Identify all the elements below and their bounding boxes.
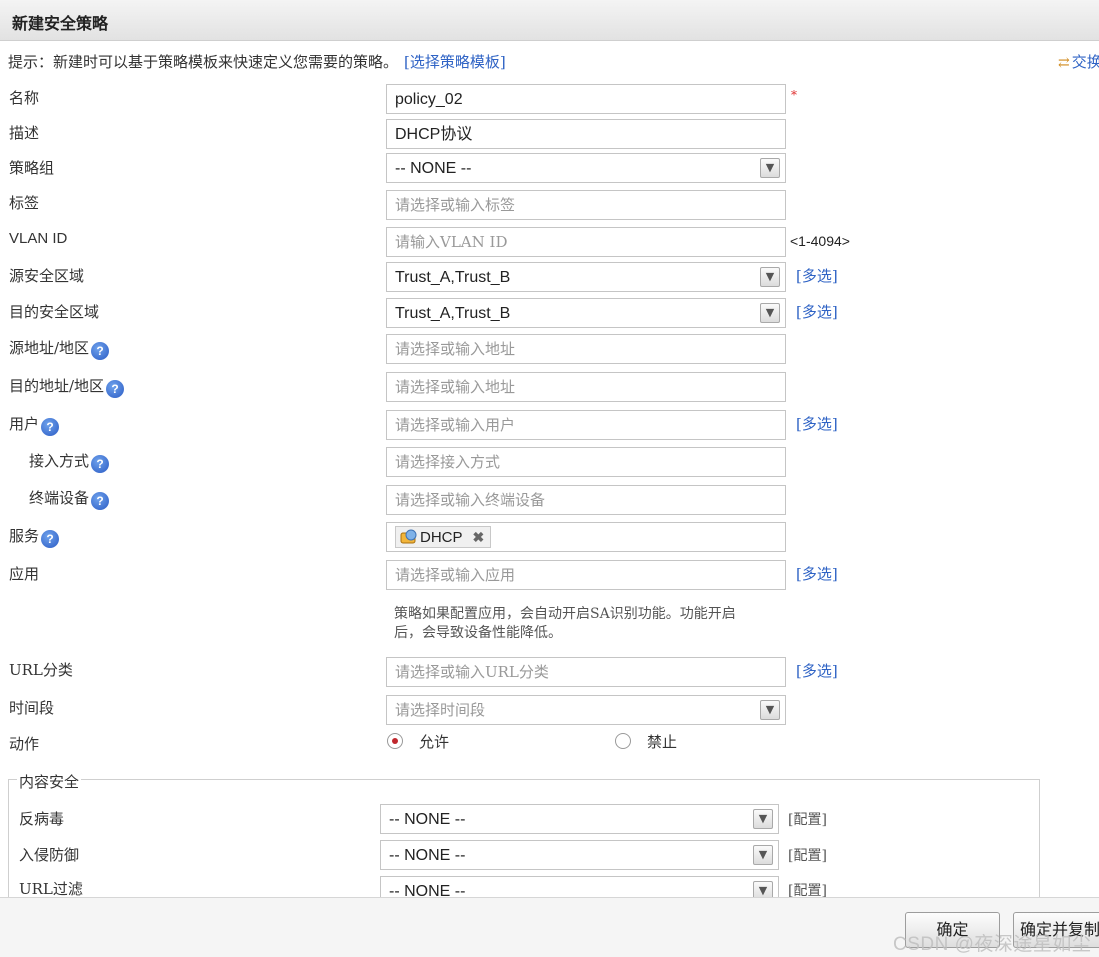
tag-label: 标签 bbox=[9, 194, 40, 212]
select-template-link[interactable]: [选择策略模板] bbox=[404, 53, 506, 71]
hint-row: 提示：新建时可以基于策略模板来快速定义您需要的策略。 [选择策略模板] bbox=[8, 51, 506, 72]
content-security-legend: 内容安全 bbox=[17, 771, 82, 792]
application-note: 策略如果配置应用，会自动开启SA识别功能。功能开启 后，会导致设备性能降低。 bbox=[394, 606, 736, 641]
remove-tag-icon[interactable]: ✖ bbox=[473, 529, 485, 545]
application-input[interactable]: 请选择或输入应用 bbox=[386, 560, 786, 590]
name-label: 名称 bbox=[9, 89, 40, 107]
access-mode-input[interactable]: 请选择接入方式 bbox=[386, 447, 786, 477]
src-zone-multi-link[interactable]: [多选] bbox=[796, 265, 838, 286]
swap-link[interactable]: ⇄ 交换 bbox=[1058, 51, 1099, 72]
swap-icon: ⇄ bbox=[1058, 55, 1070, 71]
url-filter-label: URL过滤 bbox=[19, 880, 83, 898]
dst-addr-label: 目的地址/地区? bbox=[9, 375, 125, 398]
src-addr-label: 源地址/地区? bbox=[9, 337, 110, 360]
vlan-input[interactable]: 请输入VLAN ID bbox=[386, 227, 786, 257]
policy-group-select[interactable]: -- NONE -- ▼ bbox=[386, 153, 786, 183]
help-icon[interactable]: ? bbox=[91, 455, 110, 473]
application-multi-link[interactable]: [多选] bbox=[796, 563, 838, 584]
action-allow-radio[interactable] bbox=[387, 733, 403, 749]
url-category-multi-link[interactable]: [多选] bbox=[796, 660, 838, 681]
time-range-label: 时间段 bbox=[9, 699, 55, 717]
vlan-range-hint: <1-4094> bbox=[790, 233, 850, 249]
chevron-down-icon[interactable]: ▼ bbox=[760, 700, 780, 720]
chevron-down-icon[interactable]: ▼ bbox=[753, 809, 773, 829]
policy-group-label: 策略组 bbox=[9, 159, 55, 177]
terminal-input[interactable]: 请选择或输入终端设备 bbox=[386, 485, 786, 515]
action-deny-label[interactable]: 禁止 bbox=[647, 731, 677, 752]
service-input[interactable]: DHCP ✖ bbox=[386, 522, 786, 552]
src-addr-input[interactable]: 请选择或输入地址 bbox=[386, 334, 786, 364]
chevron-down-icon[interactable]: ▼ bbox=[753, 845, 773, 865]
description-input[interactable]: DHCP协议 bbox=[386, 119, 786, 149]
dst-zone-select[interactable]: Trust_A,Trust_B ▼ bbox=[386, 298, 786, 328]
ips-label: 入侵防御 bbox=[19, 846, 80, 864]
dst-zone-label: 目的安全区域 bbox=[9, 303, 100, 321]
description-label: 描述 bbox=[9, 124, 40, 142]
antivirus-select[interactable]: -- NONE -- ▼ bbox=[380, 804, 779, 834]
dst-addr-input[interactable]: 请选择或输入地址 bbox=[386, 372, 786, 402]
help-icon[interactable]: ? bbox=[106, 380, 125, 398]
chevron-down-icon[interactable]: ▼ bbox=[760, 303, 780, 323]
chevron-down-icon[interactable]: ▼ bbox=[760, 158, 780, 178]
help-icon[interactable]: ? bbox=[91, 492, 110, 510]
url-category-label: URL分类 bbox=[9, 661, 73, 679]
application-label: 应用 bbox=[9, 565, 40, 583]
src-zone-label: 源安全区域 bbox=[9, 267, 85, 285]
src-zone-select[interactable]: Trust_A,Trust_B ▼ bbox=[386, 262, 786, 292]
ips-config-link[interactable]: [配置] bbox=[788, 845, 827, 865]
watermark: CSDN @夜深途星如尘 bbox=[893, 934, 1092, 955]
action-allow-label[interactable]: 允许 bbox=[419, 731, 449, 752]
help-icon[interactable]: ? bbox=[41, 418, 60, 436]
url-category-input[interactable]: 请选择或输入URL分类 bbox=[386, 657, 786, 687]
service-tag: DHCP ✖ bbox=[395, 526, 492, 548]
chevron-down-icon[interactable]: ▼ bbox=[760, 267, 780, 287]
access-mode-label: 接入方式? bbox=[29, 450, 110, 473]
dialog-title: 新建安全策略 bbox=[12, 14, 109, 33]
service-label: 服务? bbox=[9, 525, 60, 548]
action-deny-radio[interactable] bbox=[615, 733, 631, 749]
hint-text: 提示：新建时可以基于策略模板来快速定义您需要的策略。 bbox=[8, 53, 399, 71]
user-input[interactable]: 请选择或输入用户 bbox=[386, 410, 786, 440]
antivirus-config-link[interactable]: [配置] bbox=[788, 809, 827, 829]
ips-select[interactable]: -- NONE -- ▼ bbox=[380, 840, 779, 870]
antivirus-label: 反病毒 bbox=[19, 810, 65, 828]
time-range-select[interactable]: 请选择时间段 ▼ bbox=[386, 695, 786, 725]
terminal-label: 终端设备? bbox=[29, 487, 110, 510]
user-label: 用户? bbox=[9, 413, 60, 436]
help-icon[interactable]: ? bbox=[91, 342, 110, 360]
vlan-label: VLAN ID bbox=[9, 230, 68, 247]
user-multi-link[interactable]: [多选] bbox=[796, 413, 838, 434]
required-mark: * bbox=[791, 88, 797, 102]
dst-zone-multi-link[interactable]: [多选] bbox=[796, 301, 838, 322]
action-label: 动作 bbox=[9, 735, 40, 753]
tag-input[interactable]: 请选择或输入标签 bbox=[386, 190, 786, 220]
dialog-titlebar: 新建安全策略 bbox=[0, 0, 1099, 41]
help-icon[interactable]: ? bbox=[41, 530, 60, 548]
service-icon bbox=[400, 529, 417, 544]
name-input[interactable]: policy_02 bbox=[386, 84, 786, 114]
